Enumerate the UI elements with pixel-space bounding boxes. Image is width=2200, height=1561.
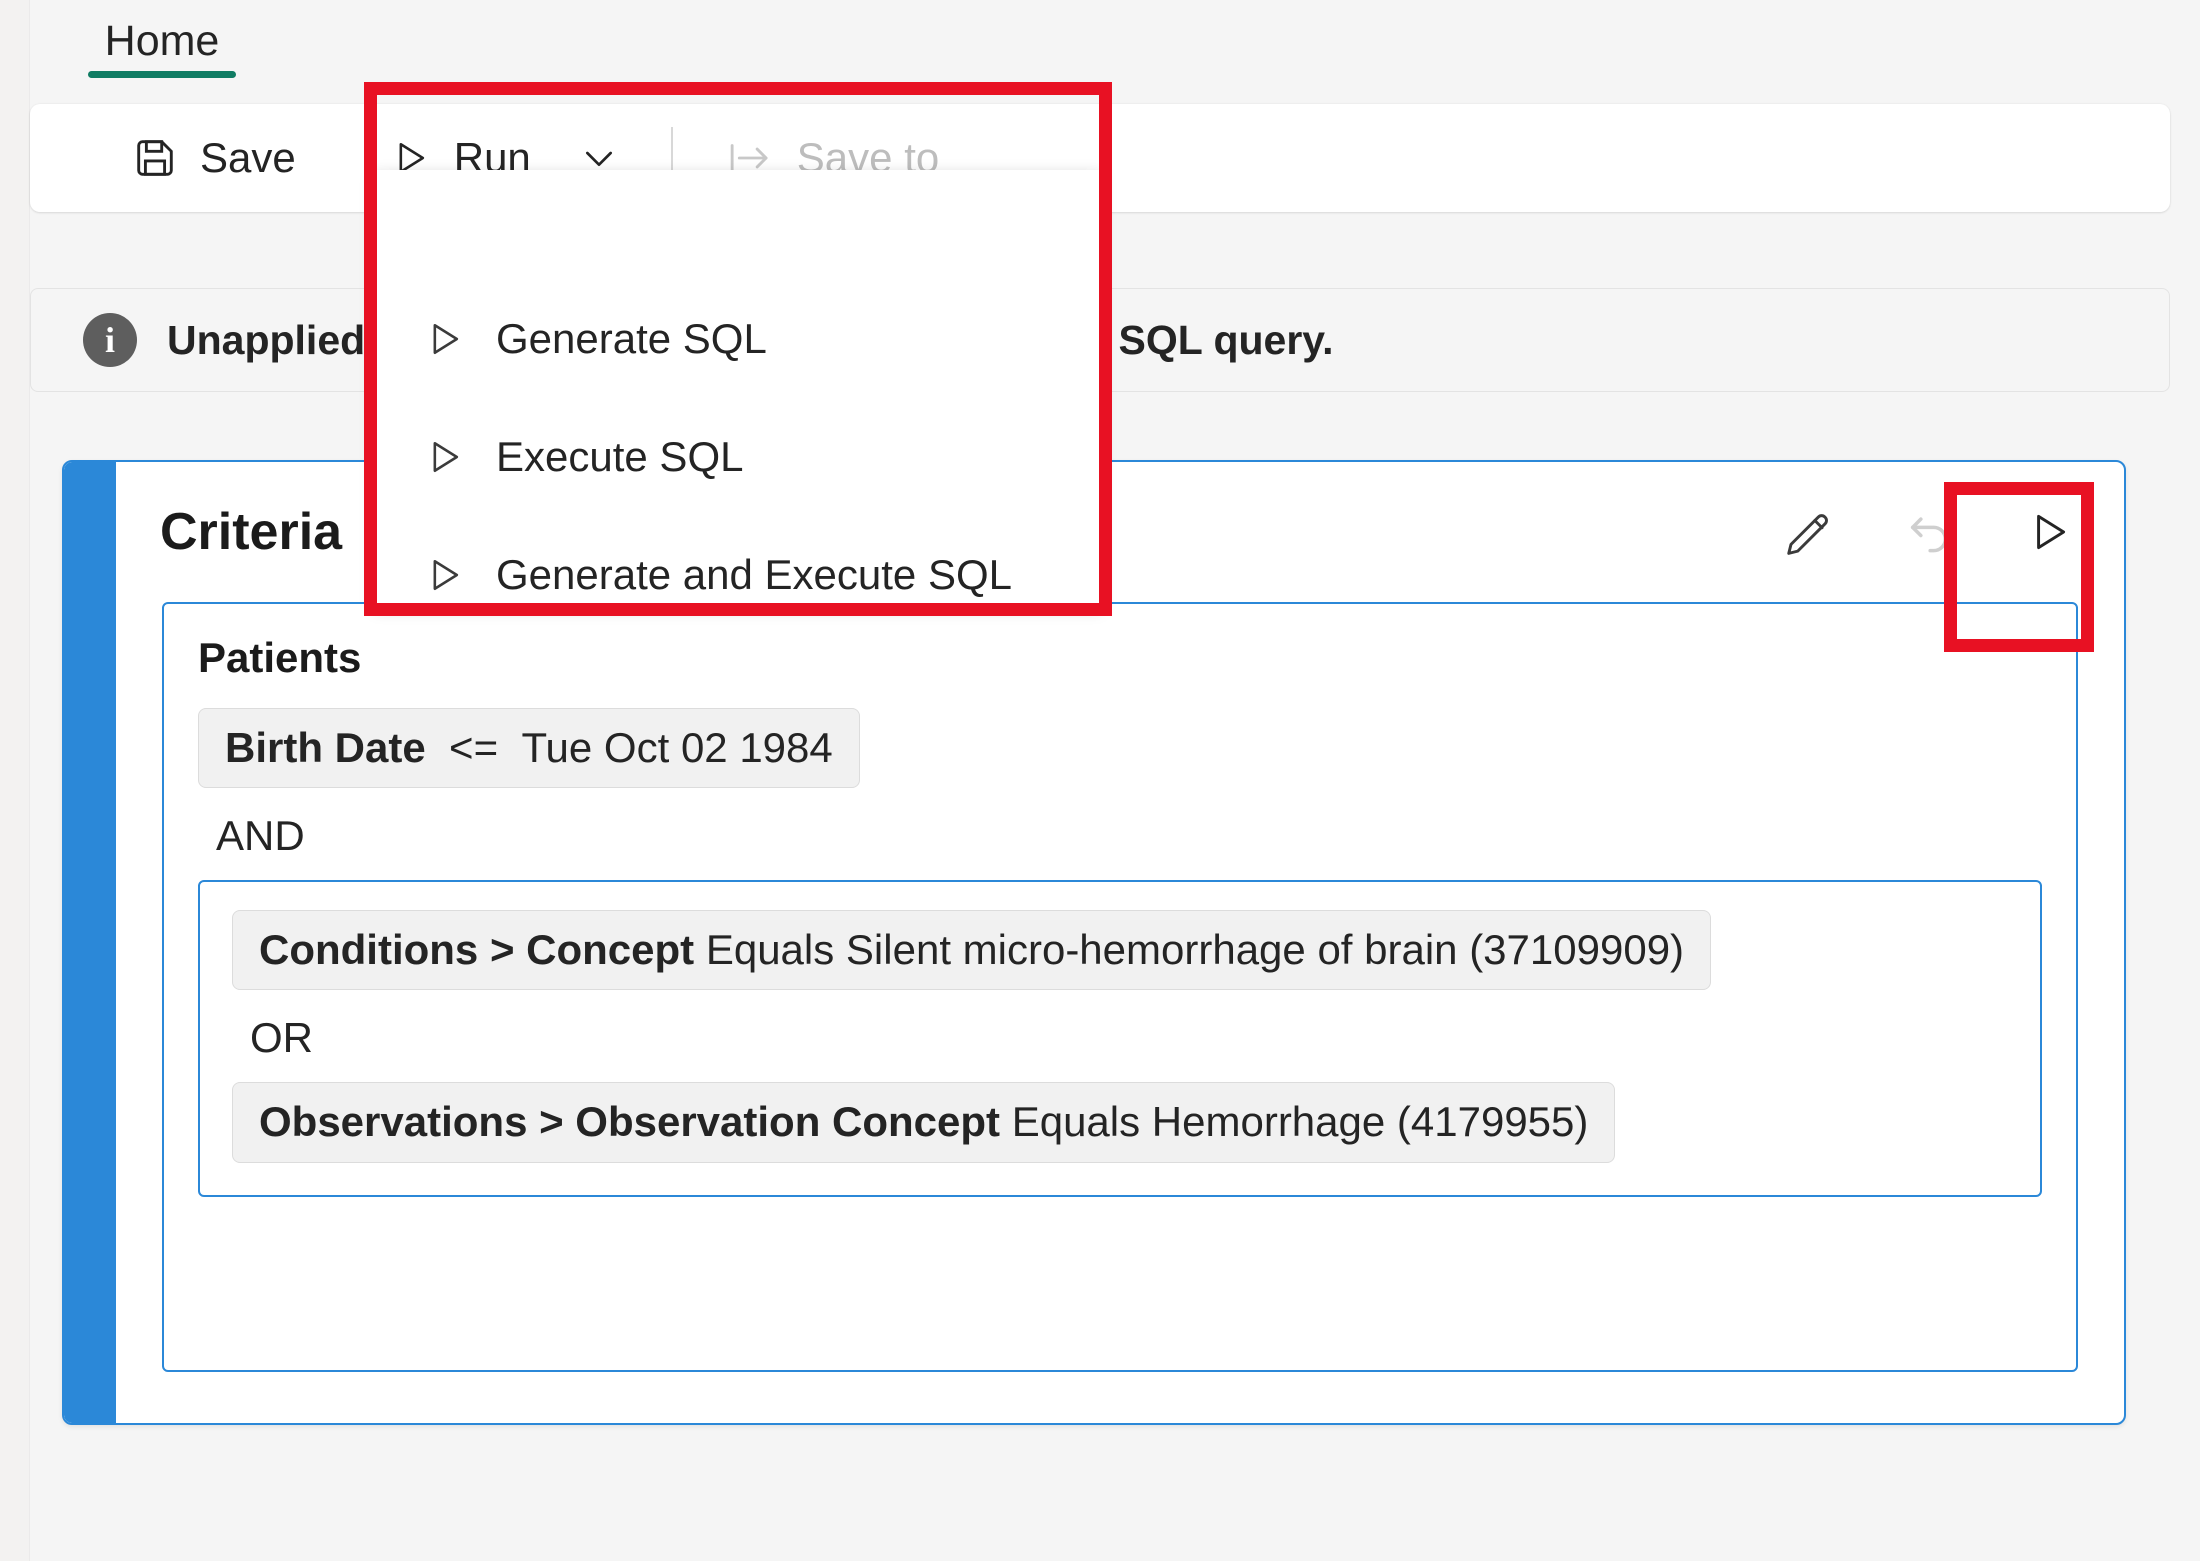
undo-arrow-icon — [1901, 504, 1957, 560]
info-circle-icon: i — [83, 313, 137, 367]
menu-item-execute-sql[interactable]: Execute SQL — [374, 398, 1102, 516]
run-dropdown-menu: Generate SQL Execute SQL Generate and Ex… — [374, 170, 1102, 606]
criteria-operator: Equals — [705, 926, 835, 974]
criteria-value: Silent micro-hemorrhage of brain (371099… — [845, 926, 1685, 974]
play-triangle-icon — [422, 553, 466, 597]
floppy-disk-icon — [132, 135, 178, 181]
card-run-button[interactable] — [2014, 497, 2084, 567]
save-button[interactable]: Save — [110, 122, 318, 194]
play-triangle-icon — [422, 435, 466, 479]
tab-home-active-indicator — [88, 71, 236, 78]
info-icon-glyph: i — [104, 320, 115, 360]
play-triangle-icon — [422, 317, 466, 361]
undo-button[interactable] — [1894, 497, 1964, 567]
criteria-value: Tue Oct 02 1984 — [521, 724, 833, 771]
menu-item-generate-and-execute-sql-label: Generate and Execute SQL — [496, 551, 1012, 598]
pencil-icon — [1782, 505, 1836, 559]
criteria-field: Conditions > Concept — [259, 926, 695, 974]
card-action-buttons — [1774, 497, 2084, 567]
menu-item-execute-sql-label: Execute SQL — [496, 433, 744, 480]
logic-operator-or[interactable]: OR — [250, 1014, 2008, 1062]
criteria-value: Hemorrhage (4179955) — [1151, 1098, 1589, 1146]
play-triangle-icon — [2024, 507, 2074, 557]
criteria-operator: Equals — [1011, 1098, 1141, 1146]
run-dropdown-anchor-area — [374, 170, 1102, 270]
query-builder-outer-group: Patients Birth Date <= Tue Oct 02 1984 A… — [162, 602, 2078, 1372]
save-button-label: Save — [200, 134, 296, 181]
criteria-field: Birth Date — [225, 724, 426, 771]
query-entity-label: Patients — [198, 634, 362, 681]
menu-item-generate-and-execute-sql[interactable]: Generate and Execute SQL — [374, 516, 1102, 634]
app-root: Home Save Run Save to i Unapplied SQL qu… — [0, 0, 2200, 1561]
criteria-chip-birth-date[interactable]: Birth Date <= Tue Oct 02 1984 — [198, 708, 860, 789]
menu-item-generate-sql-label: Generate SQL — [496, 315, 767, 362]
criteria-operator: <= — [449, 724, 499, 771]
page-title: Criteria — [160, 503, 343, 561]
criteria-field: Observations > Observation Concept — [259, 1098, 1001, 1146]
run-dropdown-list: Generate SQL Execute SQL Generate and Ex… — [374, 270, 1102, 634]
tab-home[interactable]: Home — [70, 0, 254, 98]
left-gutter — [0, 0, 30, 1561]
query-builder-inner-group: Conditions > Concept Equals Silent micro… — [198, 880, 2042, 1197]
criteria-chip-observations-concept[interactable]: Observations > Observation Concept Equal… — [232, 1082, 1616, 1163]
card-accent-bar — [64, 462, 116, 1423]
tab-home-label: Home — [104, 17, 220, 65]
criteria-chip-conditions-concept[interactable]: Conditions > Concept Equals Silent micro… — [232, 910, 1712, 991]
logic-operator-and[interactable]: AND — [216, 812, 2042, 860]
menu-item-generate-sql[interactable]: Generate SQL — [374, 280, 1102, 398]
edit-button[interactable] — [1774, 497, 1844, 567]
ribbon-tabstrip: Home — [30, 0, 2200, 98]
